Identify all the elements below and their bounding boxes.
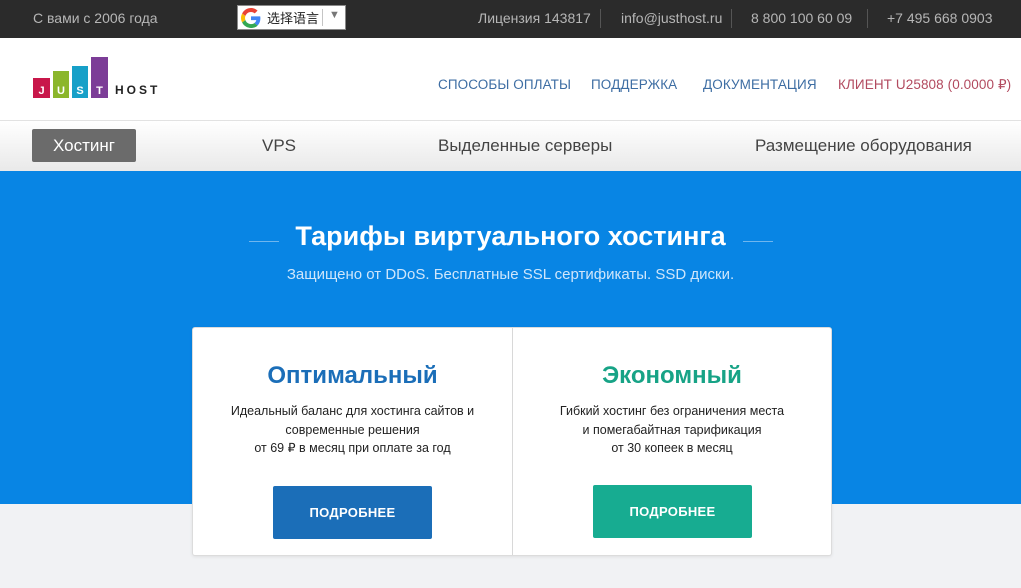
email-link[interactable]: info@justhost.ru: [621, 10, 722, 26]
plan-description-line: Гибкий хостинг без ограничения места: [559, 404, 785, 418]
logo-letter: U: [57, 85, 65, 97]
nav-payment-methods[interactable]: СПОСОБЫ ОПЛАТЫ: [438, 77, 571, 92]
plan-description: Гибкий хостинг без ограничения места и п…: [513, 402, 831, 458]
plan-title: Оптимальный: [267, 362, 438, 389]
plan-description-line: современные решения: [285, 422, 420, 437]
details-button-optimal[interactable]: ПОДРОБНЕЕ: [273, 486, 432, 539]
plan-description-line: Идеальный баланс для хостинга сайтов и: [230, 404, 475, 418]
language-selector[interactable]: 选择语言 ▼: [237, 5, 346, 30]
logo-graphic: J U S T HOST: [33, 57, 160, 98]
tab-colocation[interactable]: Размещение оборудования: [755, 136, 972, 156]
header: J U S T HOST СПОСОБЫ ОПЛАТЫ ПОДДЕРЖКА ДО…: [0, 38, 1021, 120]
plan-card-economy: Экономный Гибкий хостинг без ограничения…: [512, 328, 831, 555]
logo-letter: T: [96, 85, 103, 97]
phone-link-2[interactable]: +7 495 668 0903: [887, 10, 993, 26]
tab-vps[interactable]: VPS: [262, 136, 296, 156]
language-label: 选择语言: [267, 12, 320, 27]
divider: [600, 9, 601, 28]
nav-client-account[interactable]: КЛИЕНТ U25808 (0.0000 ₽): [838, 77, 1011, 93]
google-icon: [241, 7, 261, 28]
plan-title: Экономный: [602, 362, 742, 389]
language-divider: [322, 9, 323, 26]
tab-hosting[interactable]: Хостинг: [32, 129, 136, 162]
logo-letter: S: [76, 85, 83, 97]
svg-text:HOST: HOST: [115, 83, 160, 97]
category-navigation: Хостинг VPS Выделенные серверы Размещени…: [0, 120, 1021, 171]
page-title: Тарифы виртуального хостинга: [295, 221, 726, 251]
plan-description: Идеальный баланс для хостинга сайтов и с…: [193, 402, 512, 458]
plan-cards: Оптимальный Идеальный баланс для хостинг…: [192, 327, 832, 556]
justhost-logo[interactable]: J U S T HOST: [32, 56, 168, 105]
dropdown-arrow-icon: ▼: [329, 9, 340, 21]
plan-card-optimal: Оптимальный Идеальный баланс для хостинг…: [193, 328, 512, 555]
divider: [867, 9, 868, 28]
page-subtitle: Защищено от DDoS. Бесплатные SSL сертифи…: [286, 266, 735, 283]
details-button-economy[interactable]: ПОДРОБНЕЕ: [593, 485, 752, 538]
nav-support[interactable]: ПОДДЕРЖКА: [591, 77, 677, 92]
title-decoration-line: [743, 241, 773, 242]
logo-letter: J: [38, 85, 44, 97]
plan-description-line: и помегабайтная тарификация: [582, 422, 762, 437]
license-text: Лицензия 143817: [478, 10, 591, 26]
plan-price-line: от 69 ₽ в месяц при оплате за год: [254, 441, 451, 455]
phone-link-1[interactable]: 8 800 100 60 09: [751, 10, 852, 26]
plan-price-line: от 30 копеек в месяц: [611, 441, 733, 455]
since-text: С вами с 2006 года: [33, 10, 158, 26]
tab-dedicated-servers[interactable]: Выделенные серверы: [438, 136, 612, 156]
nav-documentation[interactable]: ДОКУМЕНТАЦИЯ: [703, 77, 817, 92]
top-bar: С вами с 2006 года 选择语言 ▼ Лицензия 14381…: [0, 0, 1021, 38]
divider: [731, 9, 732, 28]
